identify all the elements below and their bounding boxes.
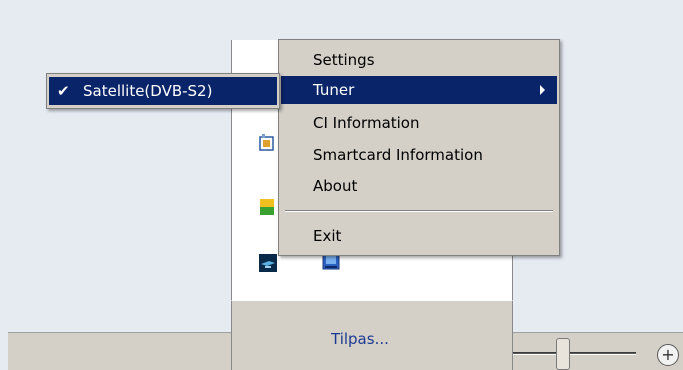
app-icon[interactable] (259, 134, 277, 152)
menu-item-smartcard-information[interactable]: Smartcard Information (281, 141, 557, 169)
submenu-item-satellite[interactable]: ✔ Satellite(DVB-S2) (49, 77, 277, 105)
customize-link[interactable]: Tilpas... (331, 330, 389, 348)
menu-item-exit[interactable]: Exit (281, 222, 557, 250)
menu-separator (285, 210, 553, 212)
submenu-arrow-icon (540, 85, 545, 95)
app-icon[interactable] (259, 198, 277, 216)
menu-item-about[interactable]: About (281, 172, 557, 200)
app-icon[interactable] (259, 254, 277, 272)
plus-icon: + (661, 345, 675, 364)
zoom-in-button[interactable]: + (657, 344, 679, 366)
tuner-submenu: ✔ Satellite(DVB-S2) (46, 73, 280, 109)
menu-item-label: Settings (313, 51, 375, 69)
menu-item-label: Exit (313, 227, 342, 245)
menu-item-label: Tuner (313, 81, 355, 99)
menu-item-label: CI Information (313, 114, 420, 132)
zoom-slider-track[interactable] (506, 352, 636, 355)
submenu-item-label: Satellite(DVB-S2) (83, 82, 213, 100)
menu-item-settings[interactable]: Settings (281, 46, 557, 74)
context-menu: Settings Tuner CI Information Smartcard … (278, 39, 560, 256)
menu-item-label: About (313, 177, 358, 195)
menu-item-ci-information[interactable]: CI Information (281, 109, 557, 137)
check-icon: ✔ (57, 82, 70, 100)
menu-item-tuner[interactable]: Tuner (281, 76, 557, 104)
menu-item-label: Smartcard Information (313, 146, 483, 164)
zoom-slider-thumb[interactable] (556, 338, 570, 370)
